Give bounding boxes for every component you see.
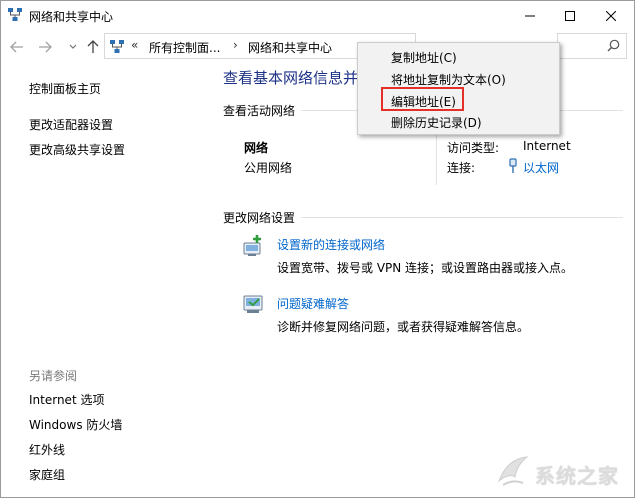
up-button[interactable]: [83, 38, 103, 56]
back-button[interactable]: [7, 38, 27, 56]
access-type-value: Internet: [523, 139, 571, 153]
menu-item-delete-history[interactable]: 删除历史记录(D): [391, 114, 482, 131]
see-also-internet-options[interactable]: Internet 选项: [29, 391, 104, 408]
address-context-menu: 复制地址(C) 将地址复制为文本(O) 编辑地址(E) 删除历史记录(D): [357, 42, 560, 135]
maximize-button[interactable]: [550, 1, 590, 30]
setup-new-connection-description: 设置宽带、拨号或 VPN 连接；或设置路由器或接入点。: [277, 261, 574, 275]
connection-label: 连接:: [447, 161, 476, 175]
setup-new-connection-link[interactable]: 设置新的连接或网络: [277, 236, 385, 253]
network-location-icon: [109, 39, 125, 55]
breadcrumb-network-center[interactable]: 网络和共享中心: [248, 39, 332, 56]
edit-address-highlight-box: [381, 87, 464, 111]
see-also-heading: 另请参阅: [29, 369, 78, 383]
breadcrumb-separator[interactable]: ›: [233, 38, 238, 52]
network-type: 公用网络: [244, 161, 293, 175]
window-title: 网络和共享中心: [29, 10, 114, 24]
minimize-button[interactable]: [510, 1, 550, 30]
active-networks-heading: 查看活动网络: [223, 102, 302, 119]
network-center-icon: [7, 7, 23, 23]
change-settings-heading: 更改网络设置: [223, 209, 302, 226]
menu-item-copy-address-as-text[interactable]: 将地址复制为文本(O): [391, 71, 506, 88]
forward-button[interactable]: [35, 38, 55, 56]
ethernet-icon: [507, 158, 519, 174]
sidebar-item-adapter-settings[interactable]: 更改适配器设置: [29, 116, 113, 133]
title-bar: 网络和共享中心: [1, 1, 634, 30]
troubleshoot-link[interactable]: 问题疑难解答: [277, 295, 349, 312]
troubleshoot-icon: [241, 292, 267, 318]
page-title: 查看基本网络信息并: [223, 69, 359, 87]
sidebar-item-control-panel-home[interactable]: 控制面板主页: [29, 80, 101, 97]
breadcrumb-control-panel[interactable]: 所有控制面...: [149, 39, 220, 56]
watermark-text: 系统之家: [535, 464, 619, 488]
left-pane: 控制面板主页 更改适配器设置 更改高级共享设置 另请参阅 Internet 选项…: [1, 63, 211, 498]
window: 网络和共享中心 « 所有控制面... › 网络和共享中心 控制面板主页 更改适配…: [0, 0, 635, 498]
troubleshoot-description: 诊断并修复网络问题，或者获得疑难解答信息。: [277, 320, 530, 334]
search-icon: [607, 39, 620, 55]
access-type-label: 访问类型:: [447, 141, 500, 155]
close-button[interactable]: [591, 1, 631, 30]
menu-item-copy-address[interactable]: 复制地址(C): [391, 49, 457, 66]
sidebar-item-advanced-sharing[interactable]: 更改高级共享设置: [29, 141, 125, 158]
watermark-logo-icon: [497, 456, 529, 486]
network-name: 网络: [244, 141, 269, 155]
vertical-divider: [436, 127, 437, 185]
breadcrumb-overflow[interactable]: «: [131, 38, 138, 52]
watermark: 系统之家: [493, 451, 629, 493]
see-also-windows-firewall[interactable]: Windows 防火墙: [29, 416, 122, 433]
see-also-infrared[interactable]: 红外线: [29, 441, 65, 458]
new-connection-icon: [241, 233, 267, 259]
see-also-homegroup[interactable]: 家庭组: [29, 466, 65, 483]
recent-locations-button[interactable]: [63, 38, 83, 56]
ethernet-connection-link[interactable]: 以太网: [523, 159, 559, 176]
search-box[interactable]: [557, 33, 627, 59]
